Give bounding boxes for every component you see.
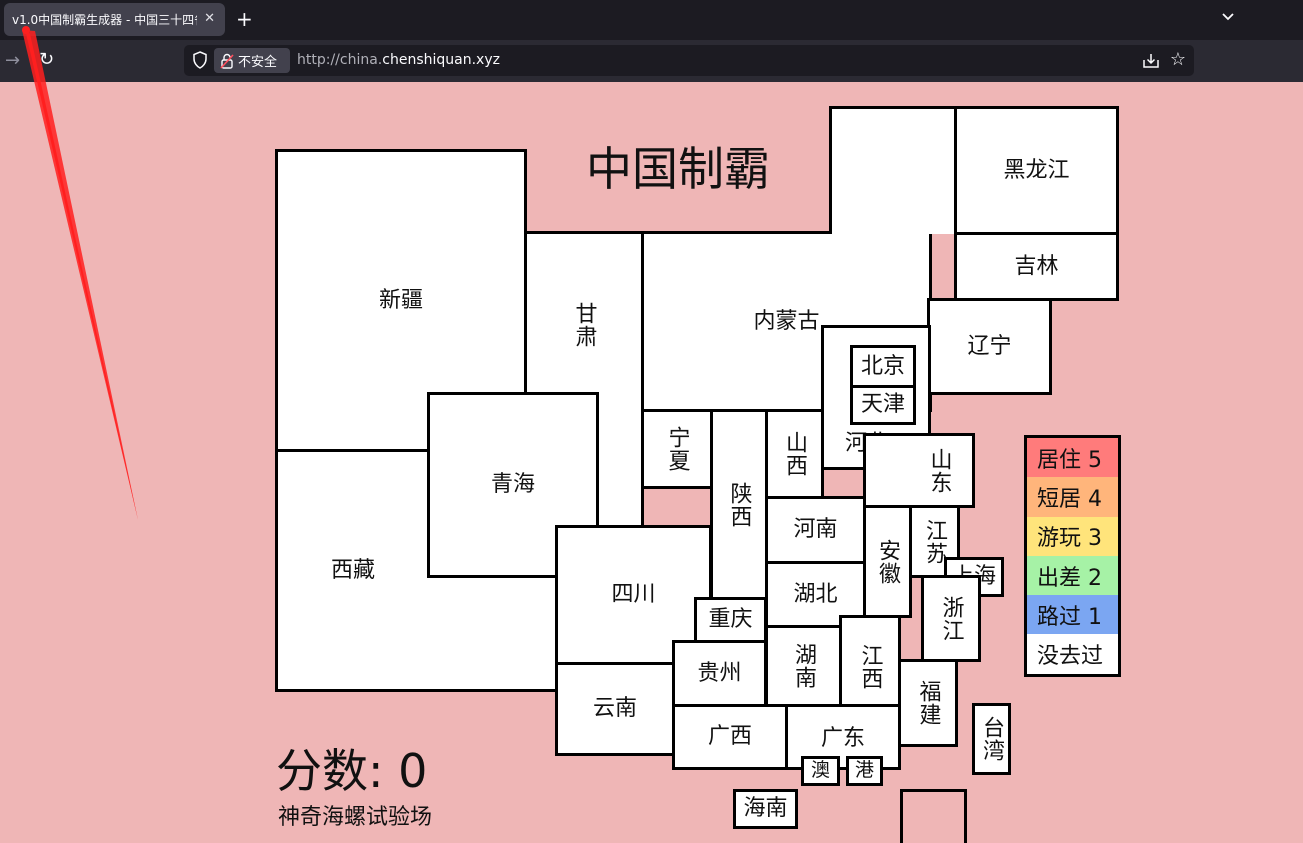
- province-yunnan[interactable]: 云南: [555, 662, 675, 756]
- province-zhejiang[interactable]: 浙江: [921, 575, 981, 662]
- navigation-bar: → ↻ 不安全 http://china.chenshiquan.xyz ☆: [0, 40, 1303, 82]
- province-heilongjiang[interactable]: 黑龙江: [954, 106, 1119, 235]
- legend-item-level2[interactable]: 出差 2: [1027, 555, 1118, 596]
- province-shandong[interactable]: 山东: [863, 433, 975, 508]
- province-shanxi[interactable]: 山西: [765, 409, 824, 499]
- security-label: 不安全: [238, 55, 278, 70]
- save-to-pocket-icon[interactable]: [1142, 52, 1160, 70]
- province-guizhou[interactable]: 贵州: [672, 640, 767, 707]
- province-xianggang[interactable]: 港: [846, 756, 883, 786]
- province-anhui[interactable]: 安徽: [863, 505, 912, 618]
- legend-item-level4[interactable]: 短居 4: [1027, 477, 1118, 517]
- province-guangxi[interactable]: 广西: [672, 704, 788, 770]
- province-henan[interactable]: 河南: [765, 496, 866, 564]
- tab-title: v1.0中国制霸生成器 - 中国三十四省: [12, 13, 197, 27]
- bookmark-star-icon[interactable]: ☆: [1170, 49, 1186, 70]
- shield-icon[interactable]: [192, 51, 208, 69]
- legend: 居住 5 短居 4 游玩 3 出差 2 路过 1 没去过: [1024, 435, 1121, 677]
- url-text[interactable]: http://china.chenshiquan.xyz: [297, 52, 500, 68]
- score-display: 分数: 0: [276, 744, 428, 798]
- legend-item-never[interactable]: 没去过: [1027, 634, 1118, 674]
- province-chongqing[interactable]: 重庆: [694, 597, 767, 643]
- chevron-down-icon[interactable]: [1221, 10, 1235, 26]
- page-subtitle: 神奇海螺试验场: [278, 805, 433, 830]
- close-tab-icon[interactable]: ✕: [204, 11, 215, 26]
- legend-item-level3[interactable]: 游玩 3: [1027, 516, 1118, 556]
- province-liaoning[interactable]: 辽宁: [927, 298, 1052, 395]
- new-tab-button[interactable]: +: [236, 7, 253, 31]
- map-partial-box: [900, 789, 967, 843]
- province-shaanxi[interactable]: 陕西: [710, 409, 768, 601]
- reload-icon[interactable]: ↻: [39, 49, 54, 70]
- province-fujian[interactable]: 福建: [898, 659, 958, 747]
- province-beijing[interactable]: 北京: [850, 345, 916, 388]
- province-hainan[interactable]: 海南: [733, 789, 798, 829]
- province-tianjin[interactable]: 天津: [850, 385, 916, 425]
- province-neimenggu-top[interactable]: [829, 106, 957, 234]
- tab-bar: v1.0中国制霸生成器 - 中国三十四省 ✕ +: [0, 0, 1303, 40]
- legend-item-level1[interactable]: 路过 1: [1027, 595, 1118, 635]
- insecure-lock-icon: [220, 53, 234, 69]
- province-aomen[interactable]: 澳: [801, 756, 840, 786]
- forward-arrow-icon[interactable]: →: [5, 50, 20, 71]
- url-bar[interactable]: 不安全 http://china.chenshiquan.xyz ☆: [184, 45, 1194, 76]
- active-tab[interactable]: v1.0中国制霸生成器 - 中国三十四省 ✕: [4, 3, 225, 36]
- page-title: 中国制霸: [586, 142, 770, 196]
- province-jilin[interactable]: 吉林: [954, 232, 1119, 301]
- province-taiwan[interactable]: 台湾: [972, 703, 1011, 775]
- legend-item-level5[interactable]: 居住 5: [1027, 438, 1118, 478]
- province-hunan[interactable]: 湖南: [765, 625, 842, 707]
- security-indicator[interactable]: 不安全: [214, 48, 290, 73]
- province-ningxia[interactable]: 宁夏: [641, 409, 713, 489]
